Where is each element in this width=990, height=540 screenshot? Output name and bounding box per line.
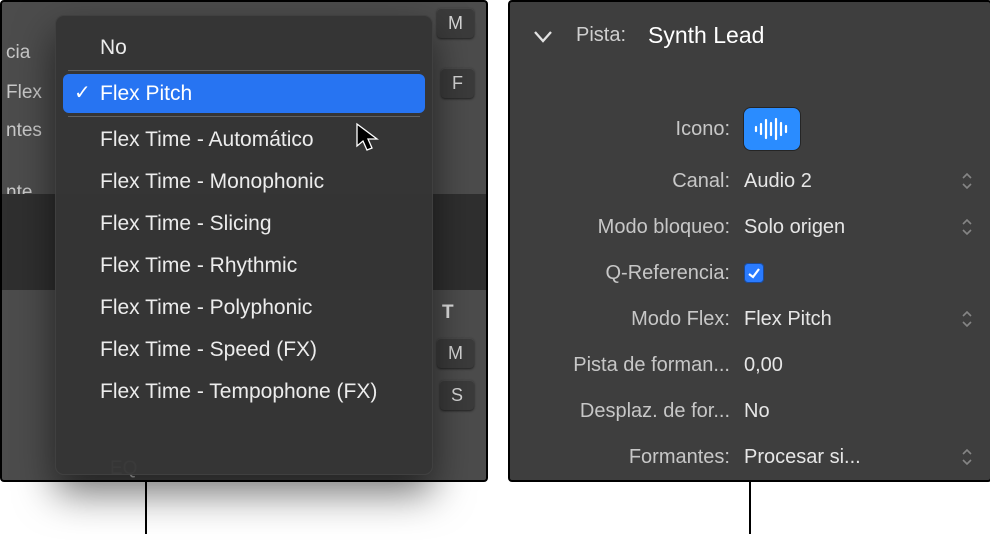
disclosure-down-icon[interactable] <box>532 28 554 44</box>
pista-forman-label: Pista de forman... <box>544 354 744 377</box>
modo-bloqueo-value[interactable]: Solo origen <box>744 216 956 239</box>
flex-button[interactable]: F <box>441 68 474 98</box>
modo-flex-stepper[interactable] <box>956 310 978 328</box>
chevron-down-icon <box>961 458 973 466</box>
flex-menu-item[interactable]: Flex Time - Automático <box>63 120 425 159</box>
flex-menu-item[interactable]: Flex Time - Tempophone (FX) <box>63 372 425 411</box>
flex-menu-item[interactable]: Flex Time - Monophonic <box>63 162 425 201</box>
chevron-up-icon <box>961 172 973 180</box>
track-name-field[interactable]: Synth Lead <box>648 22 764 49</box>
modo-bloqueo-label: Modo bloqueo: <box>544 216 744 239</box>
chevron-up-icon <box>961 310 973 318</box>
menu-item-label: Flex Pitch <box>100 82 192 105</box>
formantes-stepper[interactable] <box>956 448 978 466</box>
checkmark-icon: ✓ <box>74 74 91 113</box>
chevron-up-icon <box>961 218 973 226</box>
flex-menu-item-flex-pitch[interactable]: ✓ Flex Pitch <box>63 74 425 113</box>
track-fragment: ntes <box>6 112 56 150</box>
icon-label: Icono: <box>544 118 744 141</box>
track-label: Pista: <box>576 24 626 47</box>
chevron-up-icon <box>961 448 973 456</box>
checkmark-icon <box>747 266 761 280</box>
section-label-t: T <box>442 294 488 332</box>
formantes-label: Formantes: <box>544 446 744 469</box>
mute-button[interactable]: M <box>437 8 474 38</box>
track-fragment: Flex <box>6 74 56 112</box>
callout-line <box>145 480 147 534</box>
desplaz-label: Desplaz. de for... <box>544 400 744 423</box>
modo-flex-value[interactable]: Flex Pitch <box>744 308 956 331</box>
canal-label: Canal: <box>544 170 744 193</box>
flex-menu-item[interactable]: Flex Time - Slicing <box>63 204 425 243</box>
track-icon-button[interactable] <box>744 108 800 150</box>
canal-value[interactable]: Audio 2 <box>744 170 956 193</box>
modo-flex-label: Modo Flex: <box>544 308 744 331</box>
s-button[interactable]: S <box>440 380 474 410</box>
callout-line <box>749 480 751 534</box>
formantes-value[interactable]: Procesar si... <box>744 446 956 469</box>
pista-forman-value[interactable]: 0,00 <box>744 354 956 377</box>
track-fragment: cia <box>6 34 56 72</box>
chevron-down-icon <box>961 228 973 236</box>
flex-menu-item-no[interactable]: No <box>63 28 425 67</box>
waveform-icon <box>752 117 792 141</box>
modo-bloqueo-stepper[interactable] <box>956 218 978 236</box>
flex-menu-item[interactable]: Flex Time - Rhythmic <box>63 246 425 285</box>
track-inspector-panel: Pista: Synth Lead Icono: <box>508 0 990 482</box>
desplaz-value[interactable]: No <box>744 400 956 423</box>
qref-checkbox[interactable] <box>744 263 764 283</box>
qref-label: Q-Referencia: <box>544 262 744 285</box>
flex-mode-popup: No ✓ Flex Pitch Flex Time - Automático F… <box>55 15 433 475</box>
chevron-down-icon <box>961 320 973 328</box>
chevron-down-icon <box>961 182 973 190</box>
m-button[interactable]: M <box>437 338 474 368</box>
flex-menu-item[interactable]: Flex Time - Speed (FX) <box>63 330 425 369</box>
canal-stepper[interactable] <box>956 172 978 190</box>
flex-menu-item[interactable]: Flex Time - Polyphonic <box>63 288 425 327</box>
